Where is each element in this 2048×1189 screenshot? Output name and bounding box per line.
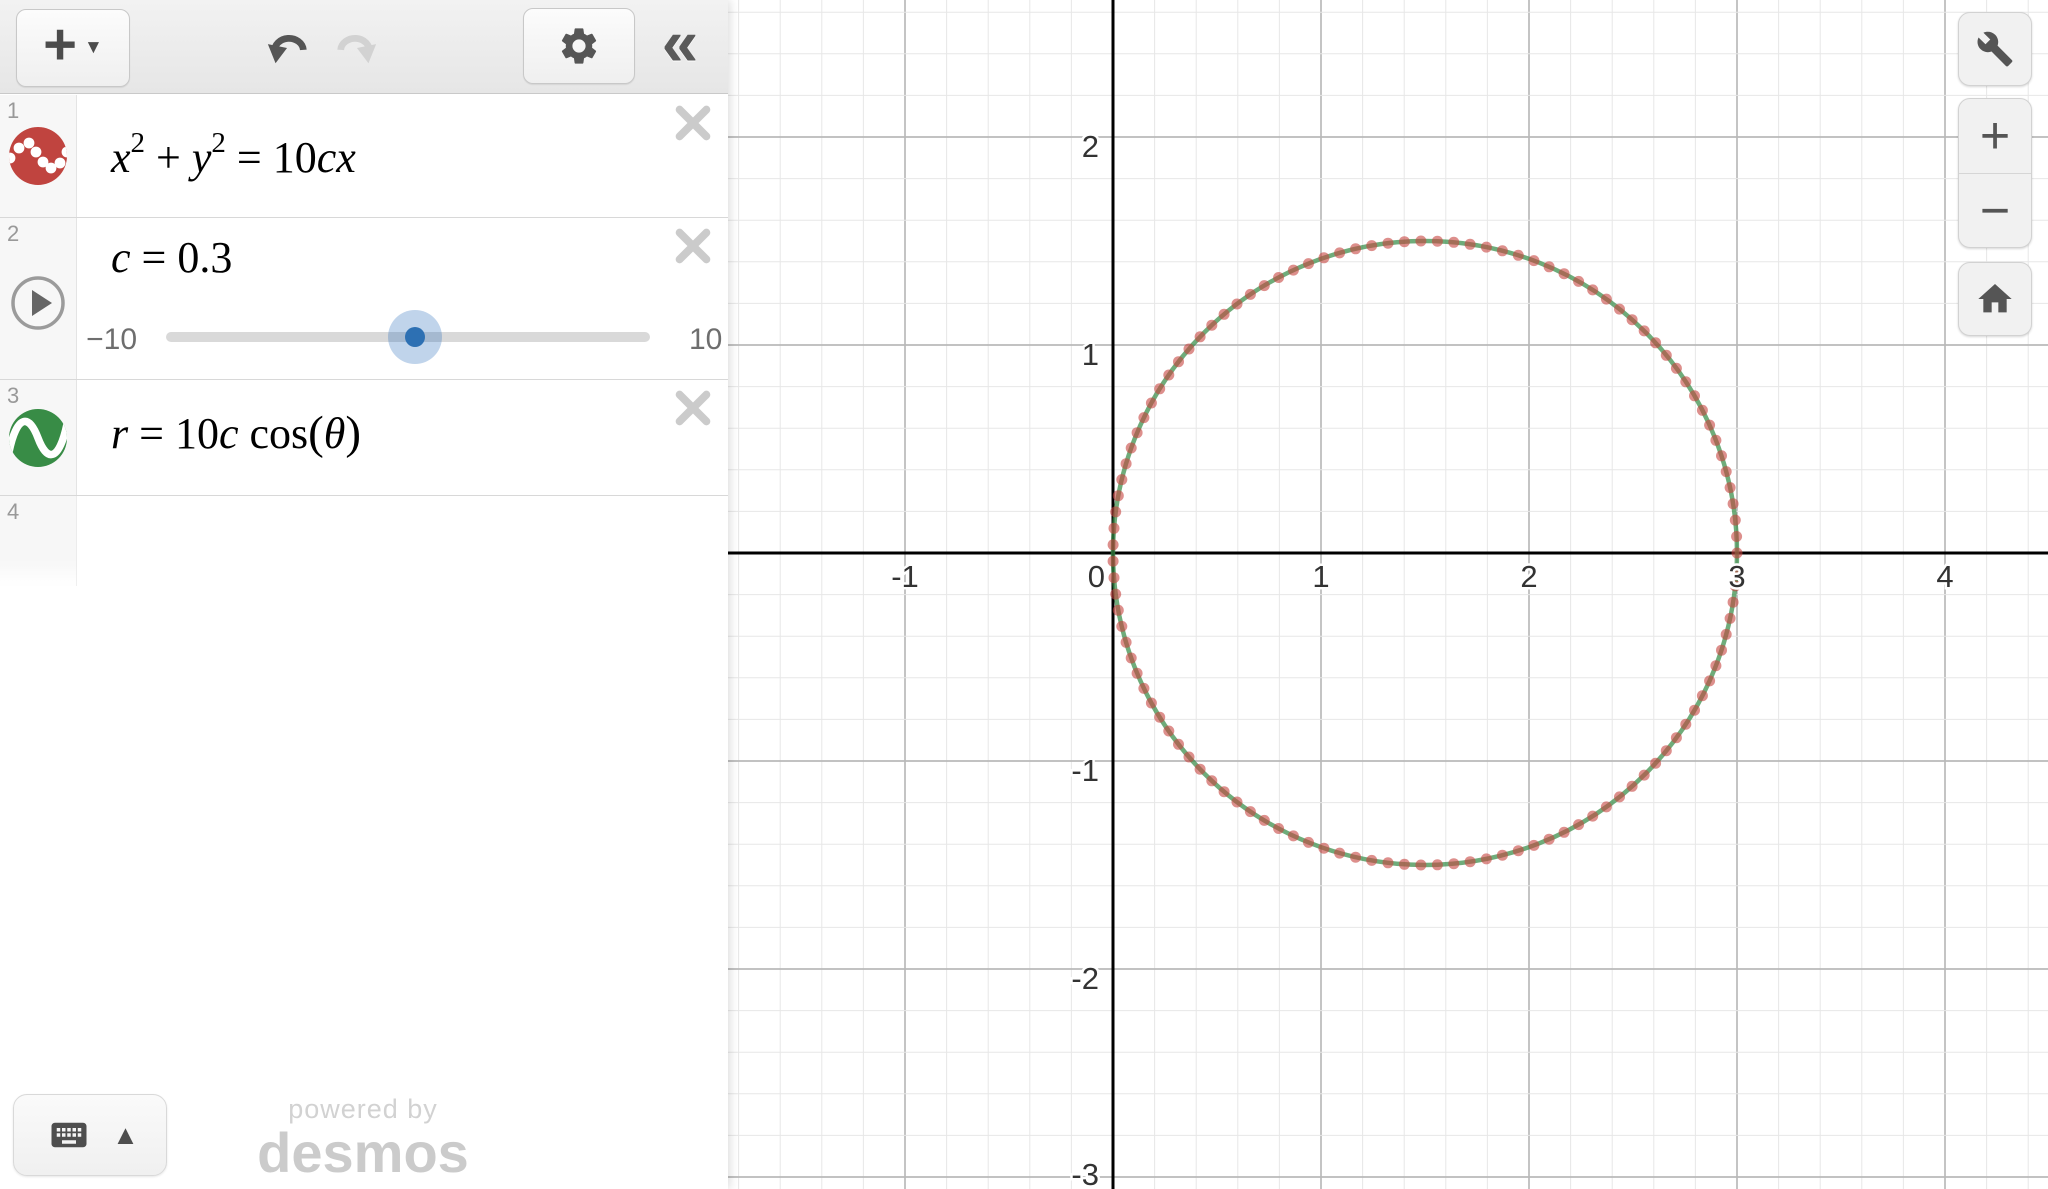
expression-gutter: 4: [0, 496, 77, 586]
expression-content[interactable]: x2 + y2 = 10cx: [77, 95, 728, 217]
slider-min-label[interactable]: −10: [85, 323, 137, 357]
expressions-panel: + ▼: [0, 0, 728, 1189]
dotted-curve-style-icon[interactable]: [8, 126, 68, 191]
row-number: 2: [7, 221, 19, 247]
svg-text:-1: -1: [891, 559, 919, 594]
svg-text:-1: -1: [1071, 753, 1099, 788]
desmos-wordmark: desmos: [238, 1125, 488, 1181]
delete-expression-icon[interactable]: [672, 387, 714, 429]
svg-text:1: 1: [1312, 559, 1329, 594]
expression-gutter: 3: [0, 380, 77, 495]
gear-icon: [557, 24, 601, 68]
slider-max-label[interactable]: 10: [689, 323, 722, 357]
expression-gutter: 1: [0, 95, 77, 217]
caret-down-icon: ▼: [84, 37, 103, 59]
slider-handle[interactable]: [388, 310, 442, 364]
row-number: 1: [7, 98, 19, 124]
desmos-app: + ▼: [0, 0, 2048, 1189]
expression-content[interactable]: r = 10c cos(θ): [77, 380, 728, 495]
wrench-icon: [1976, 30, 2014, 68]
expression-row-3[interactable]: 3 r = 10c cos(θ): [0, 380, 728, 496]
zoom-out-button[interactable]: −: [1959, 174, 2031, 247]
expression-latex[interactable]: r = 10c cos(θ): [111, 406, 361, 460]
delete-expression-icon[interactable]: [672, 102, 714, 144]
expression-row-1[interactable]: 1: [0, 95, 728, 218]
zoom-in-icon: +: [1980, 110, 2010, 162]
desmos-branding: powered by desmos: [238, 1096, 488, 1181]
row-number: 4: [7, 499, 19, 525]
expressions-list: 1: [0, 95, 728, 586]
powered-by-label: powered by: [238, 1096, 488, 1123]
expressions-toolbar: + ▼: [0, 0, 728, 94]
plus-icon: +: [43, 16, 77, 74]
svg-text:2: 2: [1082, 129, 1099, 164]
expression-row-4-empty[interactable]: 4: [0, 496, 728, 586]
row-number: 3: [7, 383, 19, 409]
expression-latex[interactable]: c = 0.3: [111, 232, 232, 283]
delete-expression-icon[interactable]: [672, 225, 714, 267]
undo-icon[interactable]: [258, 0, 318, 94]
collapse-panel-icon[interactable]: «: [648, 0, 712, 94]
svg-text:-2: -2: [1071, 961, 1099, 996]
solid-curve-style-icon[interactable]: [8, 408, 68, 473]
settings-button[interactable]: [523, 8, 635, 84]
svg-text:1: 1: [1082, 337, 1099, 372]
expression-content[interactable]: c = 0.3 −10 10: [77, 218, 728, 379]
graph-canvas[interactable]: -1 1 2 3 4 0 -3 -2 -1 1 2: [728, 0, 2048, 1189]
expression-latex[interactable]: x2 + y2 = 10cx: [111, 127, 356, 183]
svg-text:4: 4: [1936, 559, 1953, 594]
svg-text:0: 0: [1088, 559, 1105, 594]
expression-row-2[interactable]: 2 c = 0.3 −10 10: [0, 218, 728, 380]
slider: −10 10: [77, 310, 728, 364]
zoom-out-icon: −: [1980, 185, 2010, 237]
zoom-in-button[interactable]: +: [1959, 99, 2031, 173]
show-keyboard-button[interactable]: ▲: [13, 1094, 167, 1176]
default-viewport-button[interactable]: [1958, 262, 2032, 336]
add-expression-button[interactable]: + ▼: [16, 9, 130, 87]
svg-text:2: 2: [1520, 559, 1537, 594]
graph-paper[interactable]: -1 1 2 3 4 0 -3 -2 -1 1 2 + −: [728, 0, 2048, 1189]
slider-track[interactable]: [166, 332, 650, 342]
svg-text:-3: -3: [1071, 1157, 1099, 1189]
expression-content[interactable]: [77, 496, 728, 586]
svg-text:3: 3: [1728, 559, 1745, 594]
redo-icon[interactable]: [326, 0, 386, 94]
expression-gutter: 2: [0, 218, 77, 379]
home-icon: [1975, 279, 2015, 319]
keyboard-icon: [41, 1114, 97, 1156]
play-slider-icon[interactable]: [8, 273, 68, 338]
graph-settings-button[interactable]: [1958, 12, 2032, 86]
zoom-controls: + −: [1958, 98, 2032, 248]
caret-up-icon: ▲: [112, 1120, 139, 1151]
